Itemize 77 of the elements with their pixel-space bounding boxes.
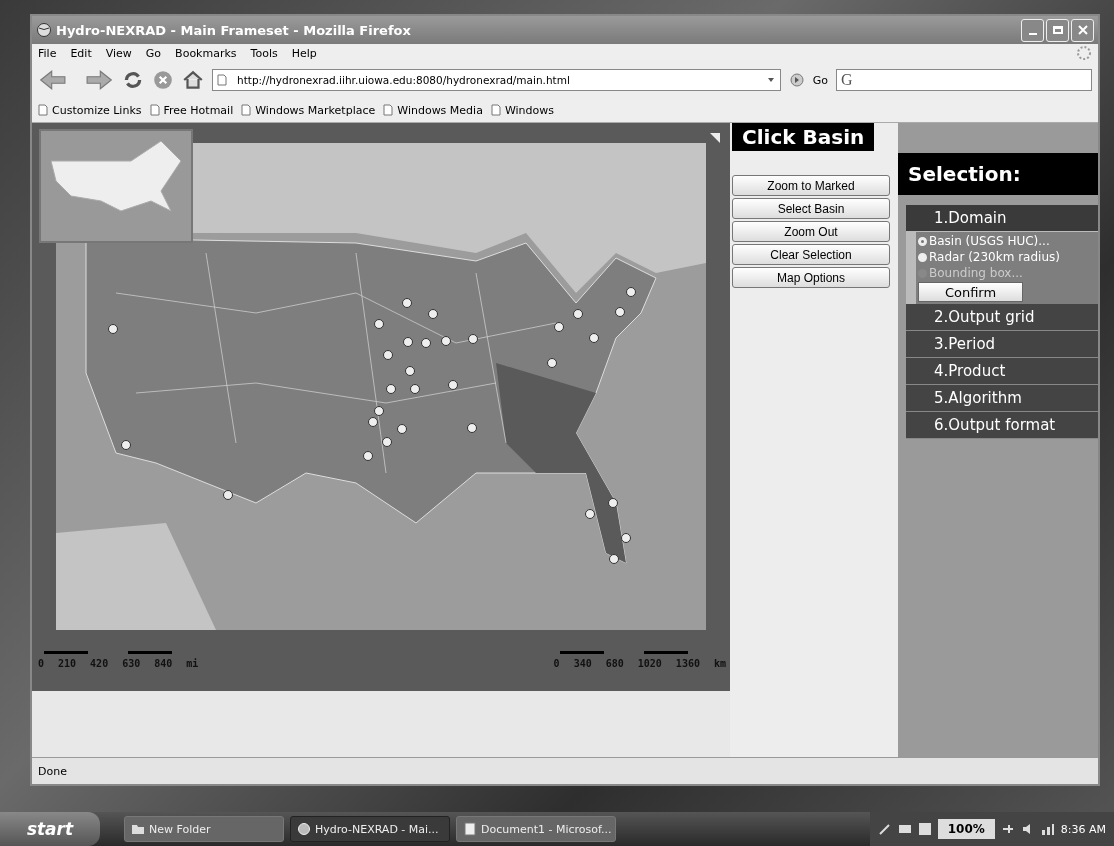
network-icon (1040, 822, 1055, 836)
scale-label: 0 (553, 658, 560, 669)
pen-icon (877, 822, 892, 836)
step-header[interactable]: 2.Output grid (906, 304, 1098, 331)
throbber-icon (1076, 45, 1092, 61)
stop-icon[interactable] (152, 69, 174, 91)
page-icon (217, 74, 227, 86)
bookmark-link[interactable]: Free Hotmail (149, 103, 234, 117)
page-icon (383, 104, 394, 116)
scale-label: 420 (90, 658, 109, 669)
corner-arrow-icon[interactable] (710, 133, 720, 143)
scale-label: 680 (605, 658, 624, 669)
status-text: Done (38, 764, 67, 778)
scale-unit: km (713, 658, 726, 669)
close-button[interactable] (1071, 18, 1094, 42)
maximize-button[interactable] (1046, 18, 1069, 42)
menu-item[interactable]: Go (145, 46, 162, 60)
menu-item[interactable]: Edit (70, 46, 92, 60)
step-header[interactable]: 4.Product (906, 358, 1098, 385)
step-header[interactable]: 3.Period (906, 331, 1098, 358)
menu-item[interactable]: Help (291, 46, 317, 60)
menu-item[interactable]: Tools (250, 46, 278, 60)
taskbar-button[interactable]: New Folder (124, 816, 284, 842)
document-icon (463, 822, 477, 836)
window-title: Hydro-NEXRAD - Main Frameset - Mozilla Firefox (56, 22, 411, 38)
start-button[interactable]: start (0, 812, 100, 846)
radio-label: Basin (USGS HUC)... (929, 234, 1050, 248)
globe-icon (297, 822, 311, 836)
reload-icon[interactable] (122, 69, 144, 91)
menu-item[interactable]: View (105, 46, 132, 60)
search-field[interactable]: G (836, 69, 1092, 91)
step-header[interactable]: 1.Domain (906, 205, 1098, 232)
panel-title: Selection: (898, 153, 1098, 195)
map-action-button[interactable]: Select Basin (732, 198, 890, 219)
scale-label: 1020 (637, 658, 662, 669)
step-header[interactable]: 5.Algorithm (906, 385, 1098, 412)
map-action-button[interactable]: Zoom to Marked (732, 175, 890, 196)
scale-label: 0 (38, 658, 45, 669)
minimize-button[interactable] (1021, 18, 1044, 42)
bookmark-link[interactable]: Windows (490, 103, 554, 117)
scale-label: 340 (573, 658, 592, 669)
go-button[interactable]: Go (812, 73, 828, 87)
home-icon[interactable] (182, 69, 204, 91)
page-icon (38, 104, 48, 116)
scale-unit: mi (186, 658, 199, 669)
menu-item[interactable]: File (38, 46, 57, 60)
address-field[interactable]: http://hydronexrad.iihr.uiowa.edu:8080/hydronexrad/main.html (212, 69, 781, 91)
scale-label: 210 (58, 658, 77, 669)
panel-title: Click Basin (732, 123, 875, 151)
close-icon (1077, 25, 1088, 35)
taskbar-button[interactable]: Document1 - Microsof... (456, 816, 616, 842)
radio-label: Bounding box... (929, 266, 1023, 280)
map-action-button[interactable]: Clear Selection (732, 244, 890, 265)
page-icon (241, 104, 252, 116)
zoom-level[interactable]: 100% (937, 819, 995, 839)
page-icon (490, 104, 501, 116)
scale-label: 1360 (675, 658, 700, 669)
bookmark-link[interactable]: Windows Media (383, 103, 483, 117)
globe-icon (36, 22, 52, 38)
folder-icon (131, 822, 145, 836)
radio-button[interactable] (918, 236, 927, 246)
step-header[interactable]: 6.Output format (906, 412, 1098, 439)
us-map-drawing[interactable] (56, 143, 706, 630)
go-icon[interactable] (788, 72, 805, 88)
confirm-button[interactable]: Confirm (918, 282, 1023, 302)
bookmark-link[interactable]: Customize Links (38, 103, 142, 117)
radio-button[interactable] (918, 252, 927, 262)
radio-label: Radar (230km radius) (929, 250, 1060, 264)
map-action-button[interactable]: Map Options (732, 267, 890, 288)
scale-label: 840 (154, 658, 173, 669)
clock: 8:36 AM (1060, 822, 1106, 836)
bookmark-link[interactable]: Windows Marketplace (241, 103, 376, 117)
page-icon (149, 104, 160, 116)
taskbar-button[interactable]: Hydro-NEXRAD - Mai... (290, 816, 450, 842)
map-action-button[interactable]: Zoom Out (732, 221, 890, 242)
menu-item[interactable]: Bookmarks (175, 46, 237, 60)
scale-label: 630 (122, 658, 141, 669)
